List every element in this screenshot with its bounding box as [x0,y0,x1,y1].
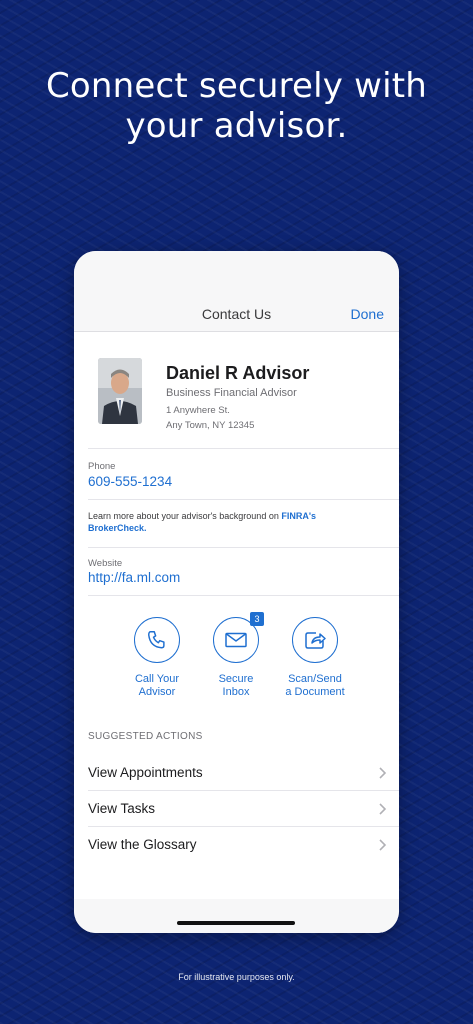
divider [88,547,399,548]
advisor-photo [98,358,142,424]
call-advisor-label: Call Your Advisor [120,673,194,699]
website-label: Website [88,558,123,569]
secure-inbox-button[interactable]: 3 Secure Inbox [199,612,273,699]
row-label: View Tasks [88,801,156,816]
done-button[interactable]: Done [351,306,384,322]
secure-inbox-label-line1: Secure [218,673,254,685]
secure-inbox-label: Secure Inbox [199,673,273,699]
headline-line-1: Connect securely with [45,66,428,106]
suggested-actions-header: SUGGESTED ACTIONS [88,731,203,742]
call-advisor-label-line1: Call Your [134,673,180,685]
divider [88,499,399,500]
advisor-address-line1: 1 Anywhere St. [166,405,230,416]
headline-line-2: your advisor. [125,106,348,146]
phone-screen: Contact Us Done Daniel R Advisor Busines… [74,251,399,933]
phone-label: Phone [88,461,116,472]
chevron-right-icon [379,839,387,851]
secure-inbox-label-line2: Inbox [222,686,250,698]
inbox-badge: 3 [250,612,264,626]
scan-send-circle[interactable] [292,617,338,663]
finra-note: Learn more about your advisor's backgrou… [88,510,385,534]
footnote: For illustrative purposes only. [178,972,295,982]
chevron-right-icon [379,767,387,779]
contact-content: Daniel R Advisor Business Financial Advi… [74,332,399,933]
view-tasks-row[interactable]: View Tasks [88,791,399,827]
chevron-right-icon [379,803,387,815]
scan-send-label: Scan/Send a Document [278,673,352,699]
brokercheck-link[interactable]: BrokerCheck. [88,523,147,533]
scan-send-label-line1: Scan/Send [288,673,342,685]
advisor-address-line2: Any Town, NY 12345 [166,420,255,431]
row-label: View the Glossary [88,837,197,852]
advisor-name: Daniel R Advisor [166,363,310,383]
scan-send-document-button[interactable]: Scan/Send a Document [278,617,352,699]
bottom-bar [74,899,399,933]
scan-send-label-line2: a Document [285,686,345,698]
finra-note-text: Learn more about your advisor's backgrou… [88,511,282,521]
phone-icon [148,631,165,649]
row-label: View Appointments [88,765,203,780]
navigation-bar: Contact Us Done [74,251,399,332]
view-glossary-row[interactable]: View the Glossary [88,827,399,863]
phone-link[interactable]: 609-555-1234 [88,474,172,489]
finra-link[interactable]: FINRA's [281,511,316,521]
divider [88,448,399,449]
call-advisor-label-line2: Advisor [138,686,176,698]
advisor-role: Business Financial Advisor [166,387,297,399]
call-advisor-circle[interactable] [134,617,180,663]
view-appointments-row[interactable]: View Appointments [88,755,399,791]
secure-inbox-circle[interactable]: 3 [213,612,264,663]
share-document-icon [305,632,326,649]
website-link[interactable]: http://fa.ml.com [88,570,180,585]
headline: Connect securely with your advisor. [0,66,473,146]
call-advisor-button[interactable]: Call Your Advisor [120,617,194,699]
home-indicator[interactable] [177,921,295,925]
envelope-icon [225,632,247,648]
divider [88,595,399,596]
